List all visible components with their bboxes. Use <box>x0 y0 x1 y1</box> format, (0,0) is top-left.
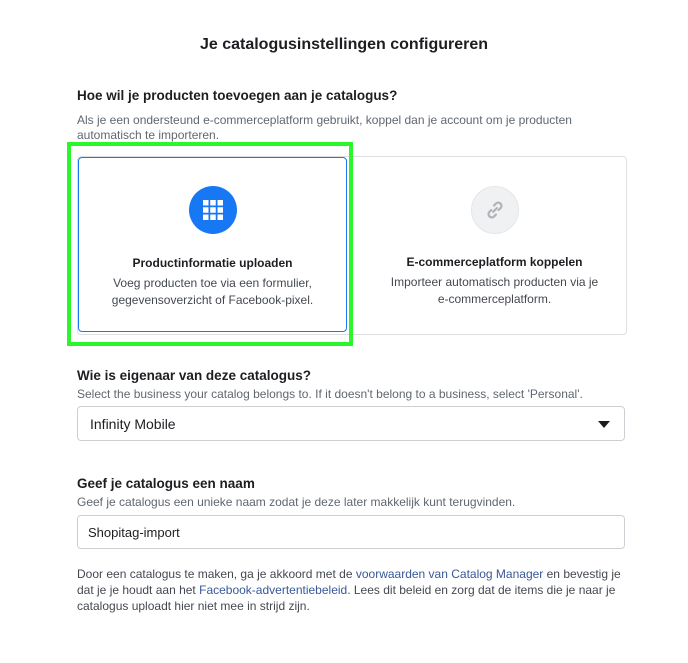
option-upload-product-info[interactable]: Productinformatie uploaden Voeg producte… <box>78 157 347 332</box>
catalog-manager-terms-link[interactable]: voorwaarden van Catalog Manager <box>356 567 543 581</box>
name-description: Geef je catalogus een unieke naam zodat … <box>77 495 516 509</box>
owner-question: Wie is eigenaar van deze catalogus? <box>77 368 311 383</box>
method-options: Productinformatie uploaden Voeg producte… <box>77 156 627 335</box>
name-question: Geef je catalogus een naam <box>77 476 255 491</box>
owner-select[interactable]: Infinity Mobile <box>77 406 625 441</box>
option-description: Importeer automatisch producten via je e… <box>390 275 599 306</box>
option-title: E-commerceplatform koppelen <box>406 255 583 269</box>
option-title: Productinformatie uploaden <box>132 256 293 270</box>
method-description: Als je een ondersteund e-commerceplatfor… <box>77 113 572 142</box>
page-title: Je catalogusinstellingen configureren <box>199 36 489 53</box>
owner-select-value: Infinity Mobile <box>90 416 176 432</box>
option-description: Voeg producten toe via een formulier, ge… <box>111 276 314 307</box>
link-icon <box>470 186 519 234</box>
legal-text-part: Door een catalogus te maken, ga je akkoo… <box>77 567 356 581</box>
catalog-name-value: Shopitag-import <box>88 525 180 540</box>
owner-description: Select the business your catalog belongs… <box>77 387 583 401</box>
grid-icon <box>188 186 237 234</box>
catalog-name-input[interactable]: Shopitag-import <box>77 515 625 549</box>
legal-text: Door een catalogus te maken, ga je akkoo… <box>77 566 625 614</box>
method-question: Hoe wil je producten toevoegen aan je ca… <box>77 88 398 103</box>
ads-policy-link[interactable]: Facebook-advertentiebeleid <box>199 583 347 597</box>
option-connect-ecommerce[interactable]: E-commerceplatform koppelen Importeer au… <box>363 157 626 334</box>
caret-down-icon <box>598 421 610 428</box>
